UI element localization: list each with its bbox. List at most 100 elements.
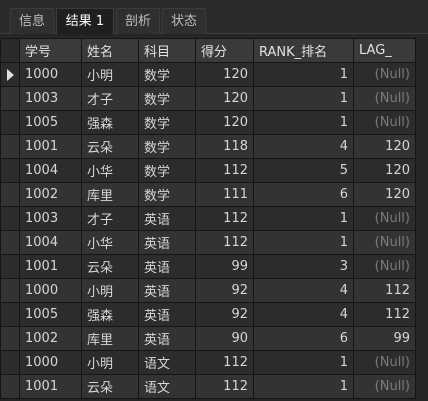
rank-cell[interactable]: 4	[253, 278, 354, 303]
lag-cell[interactable]: 112	[353, 302, 416, 327]
student-id-cell[interactable]: 1000	[19, 278, 82, 303]
rank-cell[interactable]: 3	[253, 254, 354, 279]
subject-cell[interactable]: 英语	[138, 278, 196, 303]
subject-cell[interactable]: 英语	[138, 254, 196, 279]
rank-cell[interactable]: 1	[253, 110, 354, 135]
student-id-cell[interactable]: 1001	[19, 374, 82, 399]
name-cell[interactable]: 小明	[81, 62, 139, 87]
table-row[interactable]: 1004 小华 英语 112 1 (Null)	[0, 230, 416, 255]
score-cell[interactable]: 120	[195, 110, 254, 135]
row-selector[interactable]	[0, 278, 20, 303]
rank-cell[interactable]: 1	[253, 374, 354, 399]
score-cell[interactable]: 112	[195, 230, 254, 255]
rank-cell[interactable]: 1	[253, 206, 354, 231]
lag-cell[interactable]: 112	[353, 278, 416, 303]
row-selector[interactable]	[0, 374, 20, 399]
column-header-subject[interactable]: 科目	[138, 38, 196, 63]
column-header-score[interactable]: 得分	[195, 38, 254, 63]
row-selector[interactable]	[0, 254, 20, 279]
student-id-cell[interactable]: 1001	[19, 254, 82, 279]
lag-cell[interactable]: (Null)	[353, 350, 416, 375]
score-cell[interactable]: 112	[195, 350, 254, 375]
tab-info[interactable]: 信息	[10, 8, 54, 34]
subject-cell[interactable]: 数学	[138, 134, 196, 159]
row-selector[interactable]	[0, 302, 20, 327]
student-id-cell[interactable]: 1003	[19, 206, 82, 231]
name-cell[interactable]: 小明	[81, 278, 139, 303]
lag-cell[interactable]: (Null)	[353, 110, 416, 135]
name-cell[interactable]: 才子	[81, 86, 139, 111]
tab-result-1[interactable]: 结果 1	[56, 8, 114, 35]
name-cell[interactable]: 库里	[81, 326, 139, 351]
table-row[interactable]: 1005 强森 数学 120 1 (Null)	[0, 110, 416, 135]
student-id-cell[interactable]: 1000	[19, 350, 82, 375]
name-cell[interactable]: 强森	[81, 302, 139, 327]
score-cell[interactable]: 99	[195, 254, 254, 279]
subject-cell[interactable]: 数学	[138, 110, 196, 135]
table-row[interactable]: 1001 云朵 语文 112 1 (Null)	[0, 374, 416, 399]
student-id-cell[interactable]: 1003	[19, 86, 82, 111]
column-header-rank[interactable]: RANK_排名	[253, 38, 354, 63]
student-id-cell[interactable]: 1002	[19, 182, 82, 207]
table-row[interactable]: 1003 才子 数学 120 1 (Null)	[0, 86, 416, 111]
lag-cell[interactable]: (Null)	[353, 374, 416, 399]
result-grid[interactable]: 学号 姓名 科目 得分 RANK_排名 LAG_ 1000 小明 数学 120 1 (Nu…	[0, 38, 428, 401]
table-row[interactable]: 1005 强森 英语 92 4 112	[0, 302, 416, 327]
subject-cell[interactable]: 数学	[138, 62, 196, 87]
score-cell[interactable]: 120	[195, 62, 254, 87]
rank-cell[interactable]: 1	[253, 350, 354, 375]
name-cell[interactable]: 小明	[81, 350, 139, 375]
row-selector[interactable]	[0, 110, 20, 135]
name-cell[interactable]: 云朵	[81, 374, 139, 399]
lag-cell[interactable]: 120	[353, 134, 416, 159]
subject-cell[interactable]: 语文	[138, 350, 196, 375]
student-id-cell[interactable]: 1001	[19, 134, 82, 159]
lag-cell[interactable]: (Null)	[353, 230, 416, 255]
student-id-cell[interactable]: 1004	[19, 158, 82, 183]
column-header-lag[interactable]: LAG_	[353, 38, 416, 63]
lag-cell[interactable]: (Null)	[353, 206, 416, 231]
lag-cell[interactable]: (Null)	[353, 254, 416, 279]
rank-cell[interactable]: 1	[253, 62, 354, 87]
row-selector[interactable]	[0, 326, 20, 351]
subject-cell[interactable]: 英语	[138, 302, 196, 327]
student-id-cell[interactable]: 1004	[19, 230, 82, 255]
rank-cell[interactable]: 6	[253, 182, 354, 207]
table-row[interactable]: 1002 库里 数学 111 6 120	[0, 182, 416, 207]
name-cell[interactable]: 才子	[81, 206, 139, 231]
lag-cell[interactable]: 99	[353, 326, 416, 351]
rank-cell[interactable]: 6	[253, 326, 354, 351]
row-selector[interactable]	[0, 206, 20, 231]
subject-cell[interactable]: 数学	[138, 182, 196, 207]
lag-cell[interactable]: 120	[353, 158, 416, 183]
rank-cell[interactable]: 5	[253, 158, 354, 183]
score-cell[interactable]: 90	[195, 326, 254, 351]
row-selector[interactable]	[0, 230, 20, 255]
table-row[interactable]: 1000 小明 数学 120 1 (Null)	[0, 62, 416, 87]
rank-cell[interactable]: 4	[253, 134, 354, 159]
score-cell[interactable]: 120	[195, 86, 254, 111]
score-cell[interactable]: 112	[195, 374, 254, 399]
student-id-cell[interactable]: 1000	[19, 62, 82, 87]
table-row[interactable]: 1000 小明 英语 92 4 112	[0, 278, 416, 303]
rank-cell[interactable]: 1	[253, 86, 354, 111]
tab-profile[interactable]: 剖析	[116, 8, 160, 34]
student-id-cell[interactable]: 1005	[19, 302, 82, 327]
name-cell[interactable]: 云朵	[81, 134, 139, 159]
score-cell[interactable]: 112	[195, 206, 254, 231]
table-row[interactable]: 1004 小华 数学 112 5 120	[0, 158, 416, 183]
score-cell[interactable]: 92	[195, 278, 254, 303]
score-cell[interactable]: 92	[195, 302, 254, 327]
score-cell[interactable]: 112	[195, 158, 254, 183]
student-id-cell[interactable]: 1002	[19, 326, 82, 351]
subject-cell[interactable]: 英语	[138, 230, 196, 255]
tab-status[interactable]: 状态	[162, 8, 206, 34]
table-row[interactable]: 1000 小明 语文 112 1 (Null)	[0, 350, 416, 375]
student-id-cell[interactable]: 1005	[19, 110, 82, 135]
name-cell[interactable]: 库里	[81, 182, 139, 207]
row-selector[interactable]	[0, 158, 20, 183]
subject-cell[interactable]: 数学	[138, 158, 196, 183]
subject-cell[interactable]: 英语	[138, 206, 196, 231]
row-selector[interactable]	[0, 62, 20, 87]
lag-cell[interactable]: (Null)	[353, 86, 416, 111]
